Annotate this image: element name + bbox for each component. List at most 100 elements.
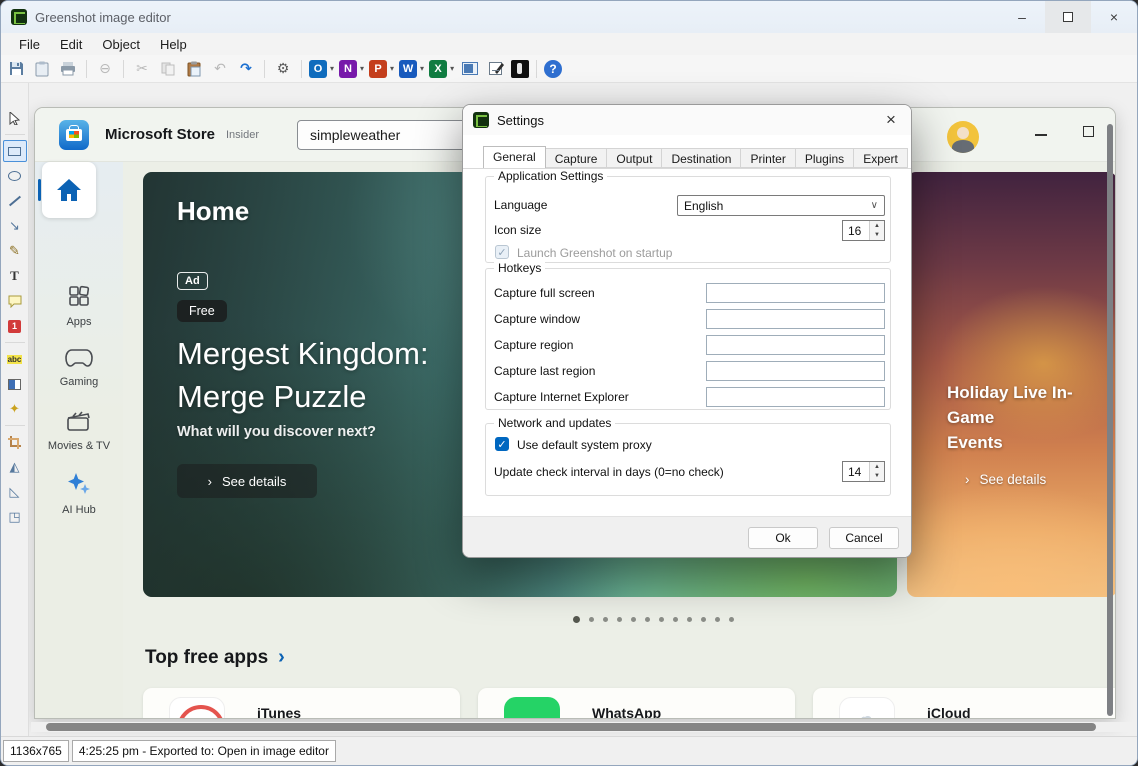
paste-icon[interactable] xyxy=(183,58,205,80)
maximize-button[interactable] xyxy=(1045,1,1091,33)
scrollbar-thumb[interactable] xyxy=(46,723,1096,731)
stepper-down-icon[interactable]: ▼ xyxy=(870,231,884,241)
side-card-holiday-events[interactable]: Holiday Live In-Game Events › See detail… xyxy=(907,172,1116,597)
tab-destination[interactable]: Destination xyxy=(662,148,741,168)
hero-see-details-button[interactable]: › See details xyxy=(177,464,317,498)
hotkey-input-last-region[interactable] xyxy=(706,361,885,381)
delete-icon[interactable]: ⊖ xyxy=(94,58,116,80)
update-interval-stepper[interactable]: 14 ▲▼ xyxy=(842,461,885,482)
icon-size-stepper[interactable]: 16 ▲▼ xyxy=(842,220,885,241)
settings-close-button[interactable]: × xyxy=(871,105,911,135)
cancel-button[interactable]: Cancel xyxy=(829,527,899,549)
tab-expert[interactable]: Expert xyxy=(854,148,908,168)
sidebar-item-home[interactable] xyxy=(42,162,96,218)
hotkey-input-ie[interactable] xyxy=(706,387,885,407)
store-avatar[interactable] xyxy=(947,121,979,153)
clipboard-icon[interactable] xyxy=(31,58,53,80)
excel-icon[interactable]: X xyxy=(429,60,447,78)
sidebar-item-apps[interactable]: Apps xyxy=(35,284,123,328)
tab-general[interactable]: General xyxy=(483,146,546,169)
greenshot-tool-icon[interactable] xyxy=(511,60,529,78)
print-icon[interactable] xyxy=(57,58,79,80)
powerpoint-icon[interactable]: P xyxy=(369,60,387,78)
app-card-icloud[interactable]: iCloud xyxy=(813,688,1116,719)
carousel-dot[interactable] xyxy=(573,616,580,623)
tab-plugins[interactable]: Plugins xyxy=(796,148,854,168)
app-card-whatsapp[interactable]: WhatsApp xyxy=(478,688,795,719)
copy-icon[interactable] xyxy=(157,58,179,80)
tab-output[interactable]: Output xyxy=(607,148,662,168)
speech-bubble-tool-icon[interactable] xyxy=(3,290,27,312)
obfuscate-tool-icon[interactable] xyxy=(3,373,27,395)
stepper-up-icon[interactable]: ▲ xyxy=(870,462,884,472)
highlight-tool-icon[interactable]: abc xyxy=(3,348,27,370)
ellipse-tool-icon[interactable] xyxy=(3,165,27,187)
excel-dropdown-caret[interactable]: ▾ xyxy=(450,64,454,73)
arrow-tool-icon[interactable]: ↘ xyxy=(3,215,27,237)
open-in-editor-icon[interactable] xyxy=(485,58,507,80)
proxy-checkbox[interactable]: ✓ xyxy=(495,437,509,451)
cursor-tool-icon[interactable] xyxy=(3,107,27,129)
carousel-dot[interactable] xyxy=(589,617,594,622)
word-dropdown-caret[interactable]: ▾ xyxy=(420,64,424,73)
carousel-dot[interactable] xyxy=(617,617,622,622)
menu-help[interactable]: Help xyxy=(150,35,197,54)
minimize-button[interactable]: – xyxy=(999,1,1045,33)
top-free-apps-heading[interactable]: Top free apps › xyxy=(145,646,285,669)
save-icon[interactable] xyxy=(5,58,27,80)
menu-file[interactable]: File xyxy=(9,35,50,54)
carousel-dot[interactable] xyxy=(701,617,706,622)
sidebar-item-movies[interactable]: Movies & TV xyxy=(35,410,123,452)
powerpoint-dropdown-caret[interactable]: ▾ xyxy=(390,64,394,73)
carousel-dot[interactable] xyxy=(729,617,734,622)
close-button[interactable]: × xyxy=(1091,1,1137,33)
undo-icon[interactable]: ↶ xyxy=(209,58,231,80)
carousel-dot[interactable] xyxy=(645,617,650,622)
tab-printer[interactable]: Printer xyxy=(741,148,795,168)
line-tool-icon[interactable] xyxy=(3,190,27,212)
language-dropdown[interactable]: English ∨ xyxy=(677,195,885,216)
help-icon[interactable]: ? xyxy=(544,60,562,78)
carousel-dot[interactable] xyxy=(603,617,608,622)
counter-tool-icon[interactable]: 1 xyxy=(3,315,27,337)
settings-gear-icon[interactable]: ⚙ xyxy=(272,58,294,80)
sidebar-item-ai-hub[interactable]: AI Hub xyxy=(35,472,123,516)
freehand-tool-icon[interactable]: ✎ xyxy=(3,240,27,262)
store-vertical-scrollbar[interactable] xyxy=(1107,124,1113,716)
outlook-dropdown-caret[interactable]: ▾ xyxy=(330,64,334,73)
sidebar-item-gaming[interactable]: Gaming xyxy=(35,348,123,388)
effects-tool-icon[interactable]: ✦ xyxy=(3,398,27,420)
stepper-down-icon[interactable]: ▼ xyxy=(870,472,884,482)
rotate-tool-icon[interactable]: ◺ xyxy=(3,481,27,503)
carousel-dots[interactable] xyxy=(573,616,734,623)
hotkey-input-window[interactable] xyxy=(706,309,885,329)
open-in-window-icon[interactable] xyxy=(459,58,481,80)
carousel-dot[interactable] xyxy=(687,617,692,622)
app-card-itunes[interactable]: iTunes xyxy=(143,688,460,719)
flip-tool-icon[interactable]: ◭ xyxy=(3,456,27,478)
word-icon[interactable]: W xyxy=(399,60,417,78)
rectangle-tool-icon[interactable] xyxy=(3,140,27,162)
ok-button[interactable]: Ok xyxy=(748,527,818,549)
resize-canvas-tool-icon[interactable]: ◳ xyxy=(3,506,27,528)
carousel-dot[interactable] xyxy=(673,617,678,622)
canvas-horizontal-scrollbar[interactable] xyxy=(31,722,1137,732)
crop-tool-icon[interactable] xyxy=(3,431,27,453)
tab-capture[interactable]: Capture xyxy=(546,148,608,168)
text-tool-icon[interactable]: T xyxy=(3,265,27,287)
store-maximize-icon[interactable] xyxy=(1083,126,1094,137)
hotkey-input-fullscreen[interactable] xyxy=(706,283,885,303)
onenote-icon[interactable]: N xyxy=(339,60,357,78)
menu-object[interactable]: Object xyxy=(92,35,150,54)
redo-icon[interactable]: ↷ xyxy=(235,58,257,80)
onenote-dropdown-caret[interactable]: ▾ xyxy=(360,64,364,73)
hotkey-input-region[interactable] xyxy=(706,335,885,355)
store-minimize-icon[interactable] xyxy=(1035,134,1047,136)
carousel-dot[interactable] xyxy=(659,617,664,622)
carousel-dot[interactable] xyxy=(631,617,636,622)
side-card-see-details-button[interactable]: › See details xyxy=(965,472,1046,487)
stepper-up-icon[interactable]: ▲ xyxy=(870,221,884,231)
carousel-dot[interactable] xyxy=(715,617,720,622)
menu-edit[interactable]: Edit xyxy=(50,35,92,54)
startup-checkbox[interactable]: ✓ xyxy=(495,245,509,259)
